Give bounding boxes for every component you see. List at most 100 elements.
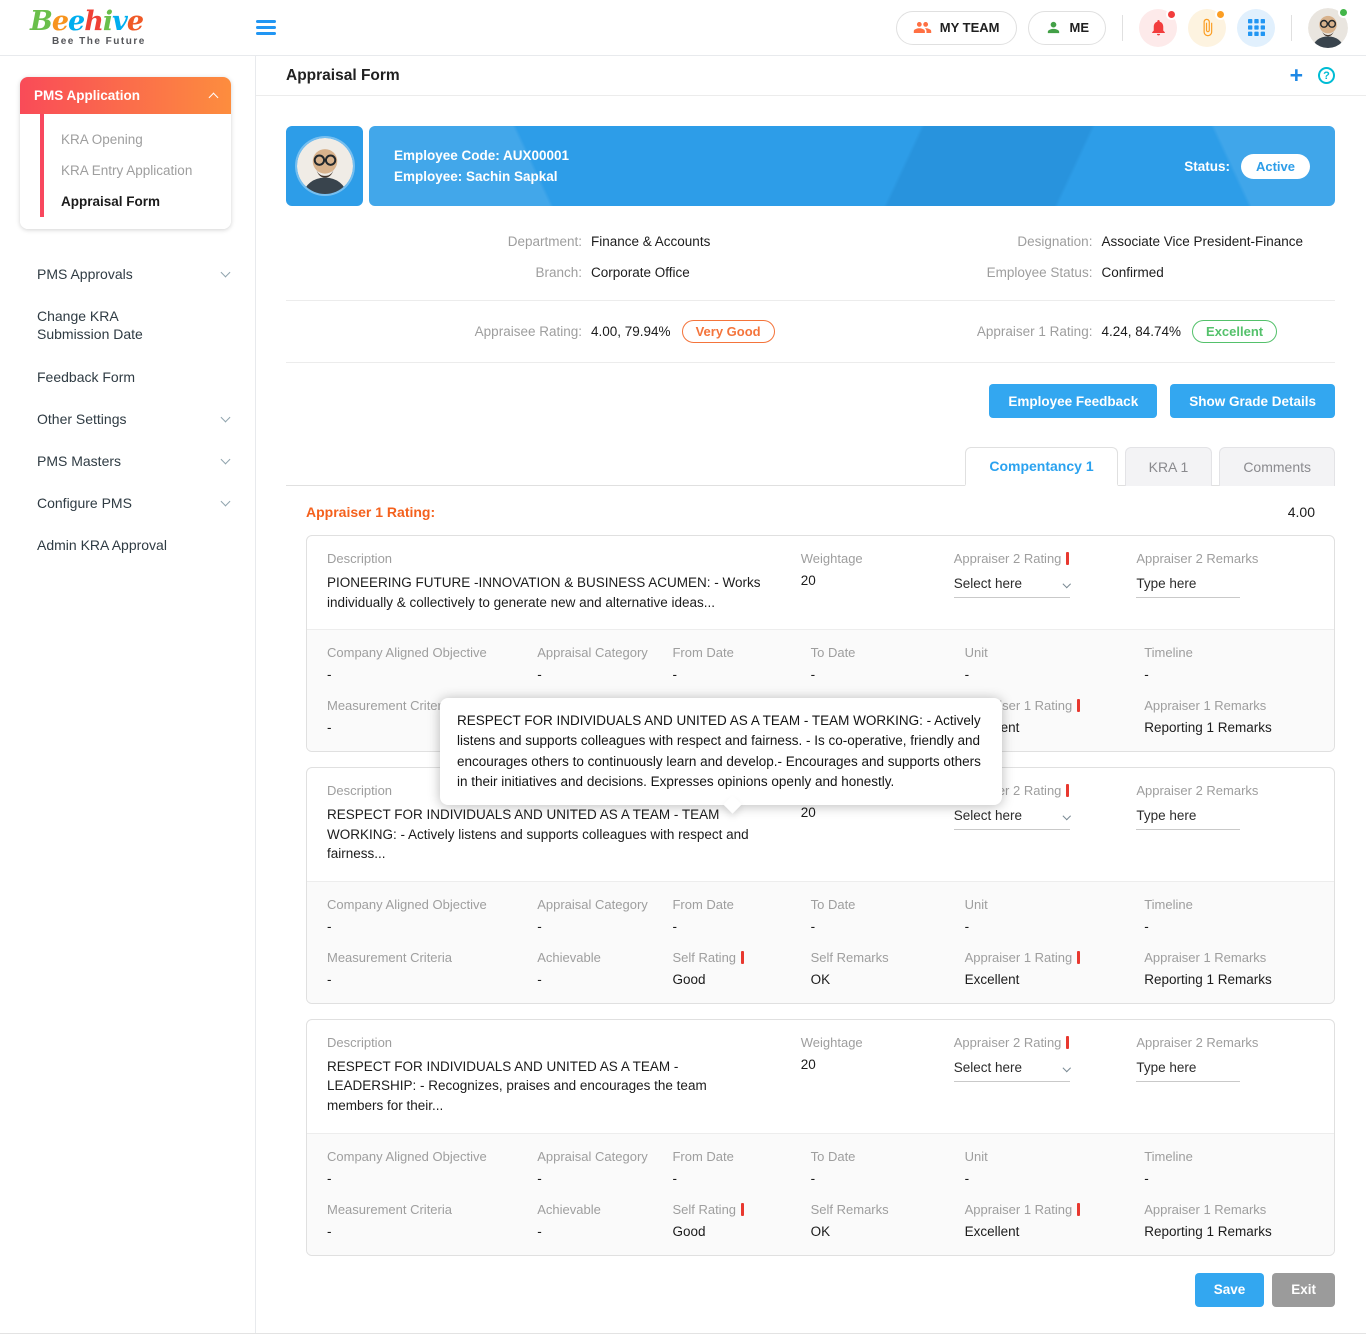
tab-kra-1[interactable]: KRA 1 [1125, 447, 1213, 486]
field-to-date: To Date- [811, 1149, 965, 1186]
field-label: Self Rating [672, 950, 736, 965]
appraiser2-rating-select[interactable]: Select here [954, 808, 1070, 830]
user-avatar[interactable] [1308, 8, 1348, 48]
sidebar-group-header[interactable]: PMS Application [20, 77, 231, 114]
required-marker [1077, 1203, 1080, 1216]
appraiser2-rating-select[interactable]: Select here [954, 576, 1070, 598]
field-self-rating: Self RatingGood [672, 1202, 810, 1239]
select-placeholder: Select here [954, 808, 1022, 823]
add-icon[interactable]: + [1290, 64, 1303, 87]
sidebar-item-label: PMS Masters [37, 452, 121, 470]
employee-details: Department:Finance & AccountsDesignation… [286, 234, 1335, 280]
field-value: Reporting 1 Remarks [1144, 720, 1314, 735]
tab-compentancy-1[interactable]: Compentancy 1 [965, 447, 1117, 486]
sidebar-item-kra-entry-application[interactable]: KRA Entry Application [20, 155, 231, 186]
detail-designation: Designation:Associate Vice President-Fin… [852, 234, 1335, 249]
field-label: From Date [672, 897, 733, 912]
help-icon[interactable]: ? [1318, 67, 1335, 84]
appraiser2-rating-label: Appraiser 2 Rating [954, 551, 1062, 566]
field-measurement-criteria: Measurement Criteria- [327, 950, 537, 987]
field-from-date: From Date- [672, 645, 810, 682]
notification-badge [1166, 9, 1177, 20]
exit-button[interactable]: Exit [1272, 1273, 1335, 1307]
select-placeholder: Select here [954, 1060, 1022, 1075]
field-label: Appraiser 1 Remarks [1144, 950, 1266, 965]
field-value: - [811, 919, 965, 934]
tab-comments[interactable]: Comments [1219, 447, 1335, 486]
weightage-value: 20 [801, 1057, 954, 1072]
field-appraisal-category: Appraisal Category- [537, 897, 672, 934]
competency-tooltip: RESPECT FOR INDIVIDUALS AND UNITED AS A … [440, 698, 1002, 805]
rating-value: 4.24, 84.74% [1101, 324, 1181, 339]
detail-value: Confirmed [1101, 265, 1163, 280]
appraiser2-remarks-input[interactable]: Type here [1136, 808, 1240, 830]
field-label: From Date [672, 1149, 733, 1164]
hamburger-menu-icon[interactable] [256, 20, 276, 35]
field-self-remarks: Self RemarksOK [811, 1202, 965, 1239]
beehive-logo[interactable]: Beehive Bee The Future [0, 8, 256, 47]
employee-avatar [297, 138, 353, 194]
appraiser2-rating-select[interactable]: Select here [954, 1060, 1070, 1082]
required-marker [741, 1203, 744, 1216]
appraiser2-remarks-input[interactable]: Type here [1136, 576, 1240, 598]
employee-banner: Employee Code: AUX00001 Employee: Sachin… [286, 126, 1335, 206]
ratings-summary: Appraisee Rating:4.00, 79.94%Very GoodAp… [286, 301, 1335, 362]
field-label: Achievable [537, 950, 601, 965]
chevron-down-icon [221, 412, 231, 422]
field-value: - [327, 667, 537, 682]
notifications-bell-icon[interactable] [1139, 9, 1177, 47]
field-to-date: To Date- [811, 645, 965, 682]
field-value: - [965, 667, 1145, 682]
field-value: Good [672, 972, 810, 987]
sidebar-item-change-kra-submission-date[interactable]: Change KRA Submission Date [0, 298, 255, 352]
field-label: Appraiser 1 Remarks [1144, 698, 1266, 713]
field-value: Reporting 1 Remarks [1144, 1224, 1314, 1239]
sidebar-item-appraisal-form[interactable]: Appraisal Form [20, 186, 231, 217]
field-unit: Unit- [965, 645, 1145, 682]
sidebar-item-label: PMS Approvals [37, 265, 133, 283]
field-company-aligned-objective: Company Aligned Objective- [327, 897, 537, 934]
sidebar-item-configure-pms[interactable]: Configure PMS [0, 485, 255, 521]
attachments-paperclip-icon[interactable] [1188, 9, 1226, 47]
show-grade-details-button[interactable]: Show Grade Details [1170, 384, 1335, 418]
sidebar-item-kra-opening[interactable]: KRA Opening [20, 124, 231, 155]
competency-header-row: DescriptionRESPECT FOR INDIVIDUALS AND U… [307, 1020, 1334, 1133]
field-value: - [965, 1171, 1145, 1186]
sidebar-item-pms-masters[interactable]: PMS Masters [0, 443, 255, 479]
rating-appraisee-rating: Appraisee Rating:4.00, 79.94%Very Good [286, 320, 852, 343]
sidebar-item-other-settings[interactable]: Other Settings [0, 401, 255, 437]
field-value: - [537, 1171, 672, 1186]
detail-department: Department:Finance & Accounts [286, 234, 852, 249]
tabs-bar: Compentancy 1KRA 1Comments [286, 447, 1335, 486]
field-value: OK [811, 972, 965, 987]
rating-label: Appraiser 1 Rating: [852, 324, 1092, 339]
field-label: Appraiser 1 Remarks [1144, 1202, 1266, 1217]
field-company-aligned-objective: Company Aligned Objective- [327, 1149, 537, 1186]
status-badge: Active [1241, 154, 1310, 179]
my-team-button[interactable]: MY TEAM [896, 11, 1017, 45]
field-timeline: Timeline- [1144, 1149, 1314, 1186]
apps-grid-icon[interactable] [1237, 9, 1275, 47]
competency-description: RESPECT FOR INDIVIDUALS AND UNITED AS A … [327, 1057, 801, 1116]
sidebar-item-feedback-form[interactable]: Feedback Form [0, 359, 255, 395]
field-appraiser-1-rating: Appraiser 1 RatingExcellent [965, 950, 1145, 987]
select-placeholder: Select here [954, 576, 1022, 591]
me-button[interactable]: ME [1028, 11, 1107, 45]
field-appraiser-1-remarks: Appraiser 1 Remarks Reporting 1 Remarks [1144, 698, 1314, 735]
save-button[interactable]: Save [1195, 1273, 1265, 1307]
field-timeline: Timeline- [1144, 897, 1314, 934]
chevron-down-icon [1063, 580, 1071, 588]
employee-feedback-button[interactable]: Employee Feedback [989, 384, 1157, 418]
sidebar-item-admin-kra-approval[interactable]: Admin KRA Approval [0, 527, 255, 563]
sidebar-item-label: Feedback Form [37, 368, 135, 386]
field-value: - [672, 919, 810, 934]
appraiser2-remarks-input[interactable]: Type here [1136, 1060, 1240, 1082]
team-icon [913, 18, 932, 37]
required-marker [741, 951, 744, 964]
chevron-down-icon [221, 497, 231, 507]
sidebar-item-pms-approvals[interactable]: PMS Approvals [0, 256, 255, 292]
person-icon [1045, 19, 1062, 36]
status-label: Status: [1184, 159, 1230, 174]
main-content: Appraisal Form + ? Employee Code: AUX000… [256, 56, 1366, 1333]
field-label: Self Remarks [811, 950, 889, 965]
